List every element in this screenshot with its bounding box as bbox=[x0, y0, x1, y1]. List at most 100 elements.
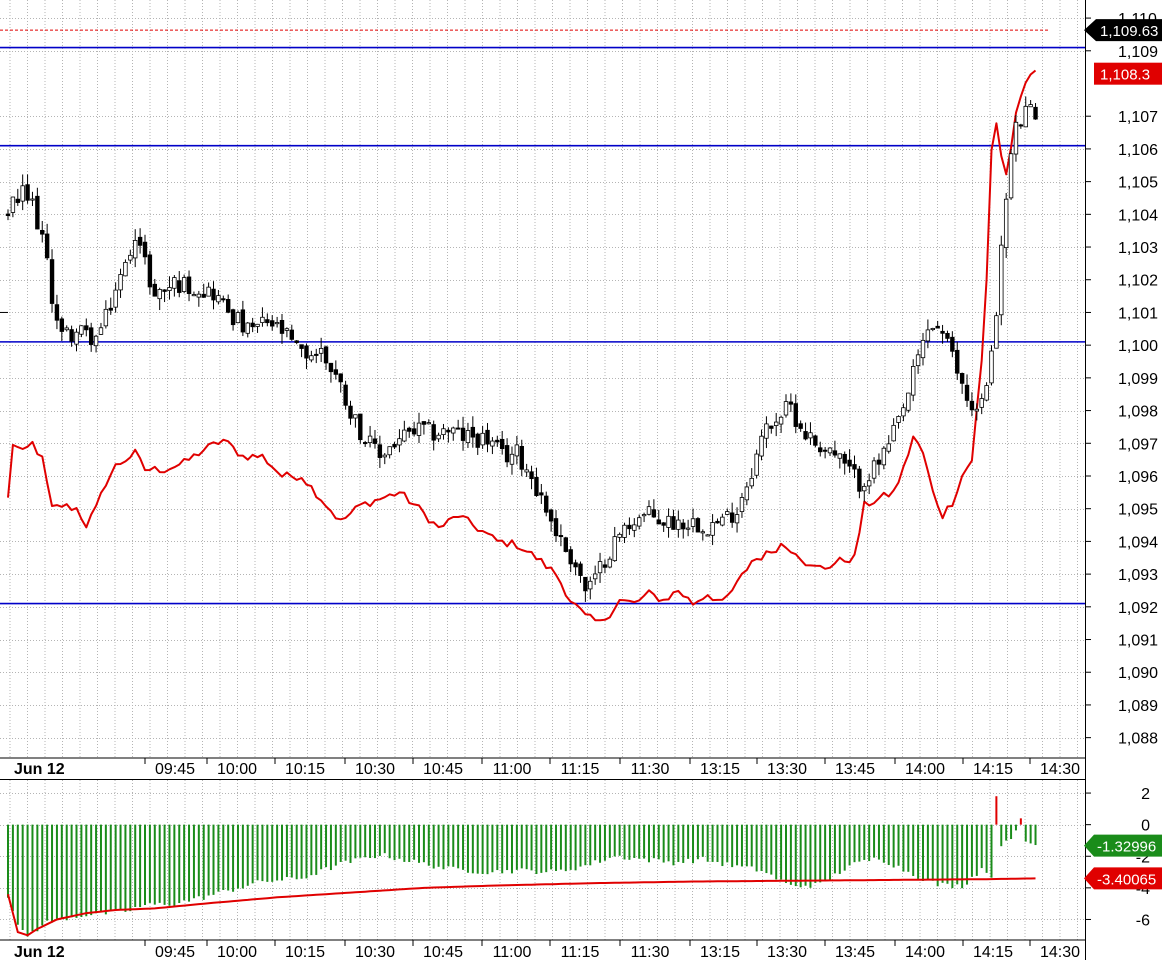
candle bbox=[695, 517, 701, 533]
candle-body bbox=[397, 438, 402, 446]
candle-body bbox=[563, 537, 569, 552]
candle-body bbox=[274, 322, 280, 325]
candle-body bbox=[671, 516, 676, 530]
candle-body bbox=[44, 233, 50, 259]
candle-body bbox=[558, 535, 564, 538]
candle bbox=[563, 536, 569, 553]
price-tick-label: 1,104 bbox=[1118, 207, 1158, 224]
candle-body bbox=[813, 435, 818, 446]
candle-body bbox=[896, 416, 901, 423]
candle-body bbox=[441, 428, 446, 436]
candle-body bbox=[416, 422, 422, 436]
candle-body bbox=[1008, 153, 1014, 199]
candle-body bbox=[181, 277, 187, 292]
candle-body bbox=[842, 453, 847, 464]
time-tick-label: 14:30 bbox=[1040, 761, 1080, 778]
candle-body bbox=[632, 524, 637, 531]
price-tick-label: 1,103 bbox=[1118, 240, 1158, 257]
candle-body bbox=[113, 289, 118, 308]
candle-body bbox=[201, 293, 206, 298]
candle-body bbox=[622, 524, 627, 538]
candle-body bbox=[152, 283, 157, 297]
candle-body bbox=[539, 492, 544, 496]
candle-body bbox=[407, 427, 412, 432]
candle-body bbox=[925, 329, 931, 342]
candle-body bbox=[901, 407, 906, 417]
price-tick-label: 1,099 bbox=[1118, 371, 1158, 388]
candle-body bbox=[1003, 198, 1009, 249]
time-tick-label: 10:15 bbox=[285, 944, 325, 960]
candle-body bbox=[387, 446, 392, 456]
candle-body bbox=[764, 423, 769, 439]
date-label: Jun 12 bbox=[14, 761, 65, 778]
price-tick-label: 1,097 bbox=[1118, 436, 1158, 453]
candle-body bbox=[318, 348, 324, 354]
candle-body bbox=[225, 299, 231, 313]
candle-body bbox=[798, 423, 803, 429]
candle-body bbox=[685, 527, 691, 530]
candle-body bbox=[959, 373, 965, 384]
candle-body bbox=[88, 327, 94, 345]
candle-body bbox=[504, 445, 510, 463]
chart-canvas[interactable]: 1,1101,1091,1071,1061,1051,1041,1031,102… bbox=[0, 0, 1162, 961]
candle-body bbox=[147, 254, 153, 288]
candle-body bbox=[534, 476, 539, 497]
candle-body bbox=[455, 427, 461, 430]
candle-body bbox=[617, 533, 622, 538]
candle-body bbox=[920, 339, 926, 359]
time-tick-label: 14:30 bbox=[1040, 944, 1080, 960]
candle-body bbox=[553, 518, 559, 537]
candle-body bbox=[847, 459, 852, 467]
time-tick-label: 09:45 bbox=[155, 944, 195, 960]
candle-body bbox=[866, 480, 872, 487]
candle bbox=[235, 310, 241, 324]
indicator-tick-label: -6 bbox=[1136, 912, 1150, 929]
candle-body bbox=[808, 432, 813, 439]
candle-body bbox=[235, 312, 241, 324]
candle-body bbox=[906, 392, 911, 411]
candle-body bbox=[514, 444, 520, 457]
candle-body bbox=[705, 534, 710, 537]
candle-body bbox=[783, 401, 789, 416]
candle-body bbox=[49, 259, 55, 304]
candle-body bbox=[142, 241, 148, 258]
candle-body bbox=[343, 384, 348, 406]
candle-body bbox=[64, 327, 69, 331]
candle-body bbox=[74, 331, 79, 345]
candle-body bbox=[289, 329, 294, 340]
tag-label: -3.40065 bbox=[1097, 871, 1156, 888]
candle bbox=[181, 274, 187, 294]
candle-body bbox=[495, 439, 500, 443]
time-tick-label: 13:30 bbox=[767, 761, 807, 778]
candle-body bbox=[994, 315, 999, 349]
time-tick-label: 10:30 bbox=[355, 761, 395, 778]
indicator-tick-label: 0 bbox=[1141, 818, 1150, 835]
candle bbox=[754, 449, 759, 479]
tag-label: -1.32996 bbox=[1097, 839, 1156, 856]
candle-body bbox=[529, 471, 534, 480]
candle-body bbox=[191, 294, 197, 297]
price-tick-label: 1,098 bbox=[1118, 404, 1158, 421]
candle-body bbox=[123, 261, 128, 277]
candle-body bbox=[284, 328, 290, 331]
candle-body bbox=[759, 435, 764, 457]
candle-body bbox=[984, 385, 989, 401]
candle-body bbox=[661, 522, 666, 526]
candle-body bbox=[803, 431, 808, 440]
candle-body bbox=[84, 325, 89, 331]
candle-body bbox=[1013, 121, 1019, 155]
candle-body bbox=[304, 345, 309, 359]
time-tick-label: 10:45 bbox=[423, 761, 463, 778]
time-tick-label: 10:45 bbox=[423, 944, 463, 960]
time-tick-label: 11:15 bbox=[561, 761, 600, 778]
price-tick-label: 1,106 bbox=[1118, 142, 1158, 159]
candle-body bbox=[446, 429, 451, 433]
candle-body bbox=[1028, 104, 1033, 108]
candle-body bbox=[240, 309, 246, 333]
candle-body bbox=[578, 563, 583, 576]
time-tick-label: 10:15 bbox=[285, 761, 325, 778]
time-tick-label: 13:15 bbox=[700, 761, 740, 778]
candle-body bbox=[230, 309, 236, 326]
candle-body bbox=[485, 429, 490, 445]
candle-body bbox=[15, 198, 20, 203]
